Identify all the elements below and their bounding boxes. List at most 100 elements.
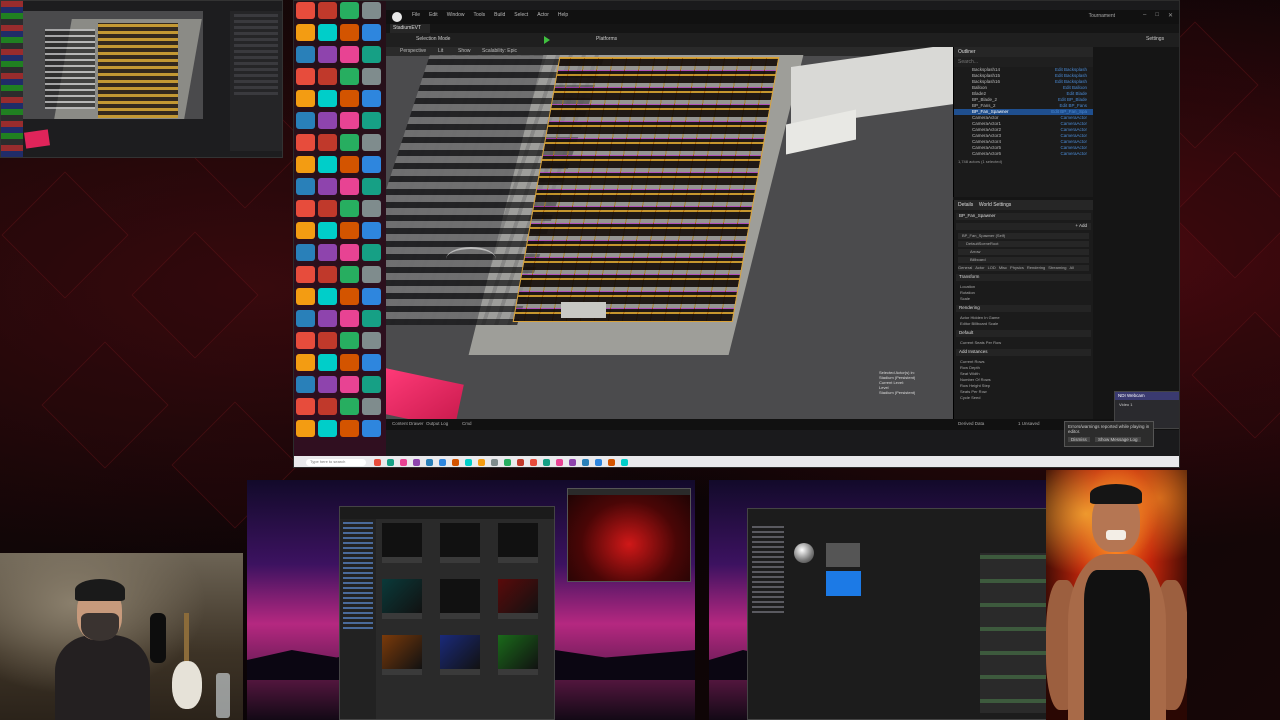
desktop-app-icon[interactable] <box>362 200 381 217</box>
taskbar-app-icon[interactable] <box>543 459 550 466</box>
taskbar-app-icon[interactable] <box>582 459 589 466</box>
asset-tile[interactable] <box>382 523 422 563</box>
desktop-app-icon[interactable] <box>296 376 315 393</box>
desktop-app-icon[interactable] <box>296 420 315 437</box>
desktop-app-icon[interactable] <box>362 398 381 415</box>
filter-tab[interactable]: Actor <box>975 265 984 270</box>
taskbar-app-icon[interactable] <box>400 459 407 466</box>
desktop-app-icon[interactable] <box>318 376 337 393</box>
maximize-icon[interactable]: □ <box>1155 12 1159 19</box>
filter-tab[interactable]: All <box>1070 265 1074 270</box>
viewport-show[interactable]: Show <box>458 48 471 54</box>
desktop-app-icon[interactable] <box>340 178 359 195</box>
desktop-app-icon[interactable] <box>296 398 315 415</box>
desktop-app-icon[interactable] <box>362 376 381 393</box>
desktop-app-icon[interactable] <box>362 24 381 41</box>
desktop-app-icon[interactable] <box>318 310 337 327</box>
desktop-app-icon[interactable] <box>340 376 359 393</box>
cmd-input[interactable]: Cmd <box>462 421 472 426</box>
settings-button[interactable]: Settings <box>1146 36 1164 44</box>
filter-tab[interactable]: General <box>958 265 972 270</box>
desktop-app-icon[interactable] <box>340 354 359 371</box>
desktop-app-icon[interactable] <box>318 156 337 173</box>
output-log-button[interactable]: Output Log <box>426 421 448 426</box>
unsaved-indicator[interactable]: 1 Unsaved <box>1018 421 1040 426</box>
taskbar-app-icon[interactable] <box>426 459 433 466</box>
taskbar-app-icon[interactable] <box>621 459 628 466</box>
desktop-app-icon[interactable] <box>340 266 359 283</box>
desktop-app-icon[interactable] <box>318 332 337 349</box>
desktop-app-icon[interactable] <box>296 244 315 261</box>
folder-tree[interactable] <box>340 519 376 719</box>
desktop-app-icon[interactable] <box>296 332 315 349</box>
desktop-app-icon[interactable] <box>296 200 315 217</box>
desktop-app-icon[interactable] <box>362 332 381 349</box>
desktop-app-icon[interactable] <box>296 90 315 107</box>
desktop-app-icon[interactable] <box>362 90 381 107</box>
desktop-app-icon[interactable] <box>318 200 337 217</box>
desktop-app-icon[interactable] <box>296 134 315 151</box>
desktop-app-icon[interactable] <box>362 266 381 283</box>
platforms-button[interactable]: Platforms <box>596 36 617 44</box>
desktop-app-icon[interactable] <box>362 46 381 63</box>
menu-item[interactable]: Select <box>514 12 528 18</box>
desktop-app-icon[interactable] <box>362 156 381 173</box>
property-row[interactable]: Editor Billboard Scale <box>954 321 1093 327</box>
desktop-app-icon[interactable] <box>296 46 315 63</box>
asset-tile[interactable] <box>440 523 480 563</box>
content-drawer-button[interactable]: Content Drawer <box>392 421 424 426</box>
taskbar-app-icon[interactable] <box>491 459 498 466</box>
dismiss-button[interactable]: Dismiss <box>1068 437 1090 442</box>
details-section[interactable]: Rendering <box>956 305 1091 312</box>
desktop-app-icon[interactable] <box>340 200 359 217</box>
outliner-row-type[interactable]: CameraActor <box>1060 151 1087 157</box>
desktop-app-icon[interactable] <box>318 288 337 305</box>
level-tab[interactable]: StadiumEVT <box>390 24 430 33</box>
menu-item[interactable]: Actor <box>537 12 549 18</box>
asset-tile[interactable] <box>498 523 538 563</box>
desktop-app-icon[interactable] <box>296 24 315 41</box>
menu-item[interactable]: Help <box>558 12 568 18</box>
desktop-app-icon[interactable] <box>318 178 337 195</box>
material-thumbnail[interactable] <box>826 543 860 567</box>
desktop-app-icon[interactable] <box>340 24 359 41</box>
selection-mode-button[interactable]: Selection Mode <box>416 36 450 44</box>
details-section[interactable]: Add Instances <box>956 349 1091 356</box>
taskbar-app-icon[interactable] <box>569 459 576 466</box>
filter-tab[interactable]: Physics <box>1010 265 1024 270</box>
taskbar-app-icon[interactable] <box>439 459 446 466</box>
filter-tab[interactable]: Misc <box>999 265 1007 270</box>
viewport-perspective[interactable]: Perspective <box>400 48 426 54</box>
node-graph[interactable] <box>980 553 1049 713</box>
taskbar-app-icon[interactable] <box>556 459 563 466</box>
desktop-app-icon[interactable] <box>340 134 359 151</box>
unreal-logo-icon[interactable] <box>392 12 402 22</box>
taskbar-app-icon[interactable] <box>517 459 524 466</box>
desktop-app-icon[interactable] <box>296 112 315 129</box>
desktop-app-icon[interactable] <box>340 244 359 261</box>
desktop-app-icon[interactable] <box>318 68 337 85</box>
desktop-app-icon[interactable] <box>362 288 381 305</box>
desktop-app-icon[interactable] <box>340 222 359 239</box>
desktop-app-icon[interactable] <box>296 68 315 85</box>
desktop-app-icon[interactable] <box>296 156 315 173</box>
minimize-icon[interactable]: – <box>1143 12 1146 19</box>
desktop-app-icon[interactable] <box>362 310 381 327</box>
details-section[interactable]: Default <box>956 330 1091 337</box>
desktop-app-icon[interactable] <box>296 288 315 305</box>
desktop-app-icon[interactable] <box>362 420 381 437</box>
taskbar-app-icon[interactable] <box>504 459 511 466</box>
desktop-app-icon[interactable] <box>318 90 337 107</box>
desktop-app-icon[interactable] <box>340 2 359 19</box>
desktop-app-icon[interactable] <box>296 178 315 195</box>
desktop-app-icon[interactable] <box>362 112 381 129</box>
close-icon[interactable]: ✕ <box>1168 12 1173 19</box>
filter-tab[interactable]: Rendering <box>1027 265 1045 270</box>
selected-material-thumbnail[interactable] <box>826 571 861 596</box>
desktop-app-icon[interactable] <box>318 112 337 129</box>
viewport-scalability[interactable]: Scalability: Epic <box>482 48 517 54</box>
desktop-app-icon[interactable] <box>340 156 359 173</box>
desktop-app-icon[interactable] <box>296 310 315 327</box>
taskbar-app-icon[interactable] <box>465 459 472 466</box>
derived-data-button[interactable]: Derived Data <box>958 421 984 426</box>
